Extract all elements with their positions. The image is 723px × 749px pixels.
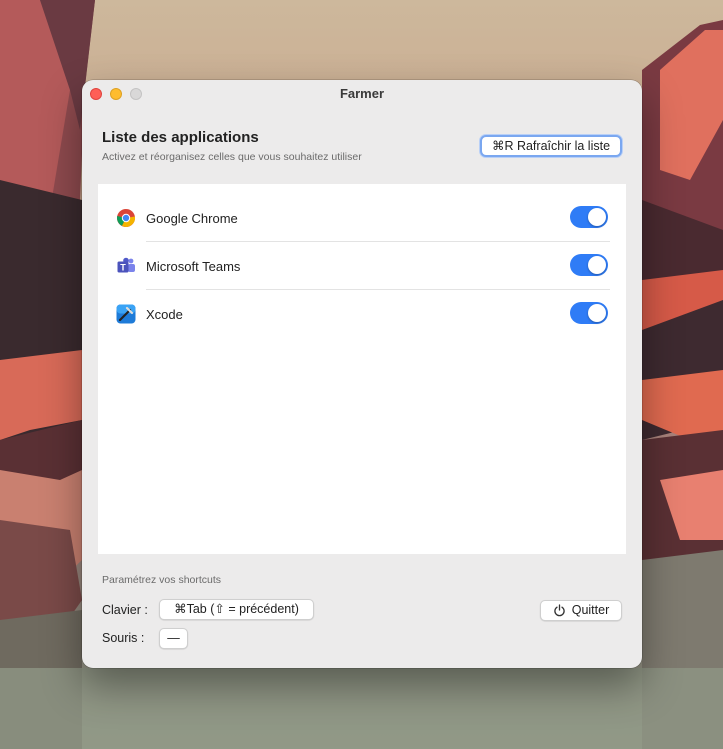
page-subtitle: Activez et réorganisez celles que vous s… bbox=[102, 151, 362, 163]
keyboard-shortcut-recorder[interactable]: ⌘Tab (⇧ = précédent) bbox=[159, 599, 314, 620]
quit-label: Quitter bbox=[571, 603, 610, 617]
svg-text:T: T bbox=[120, 262, 126, 272]
keyboard-label: Clavier : bbox=[102, 603, 148, 617]
toggle-knob bbox=[588, 208, 606, 226]
shortcuts-section-title: Paramétrez vos shortcuts bbox=[102, 574, 222, 586]
enable-toggle[interactable] bbox=[570, 254, 608, 276]
chrome-icon bbox=[117, 209, 135, 227]
app-name: Xcode bbox=[146, 307, 183, 322]
applications-list: Google Chrome T Microsoft Teams Xcode bbox=[98, 184, 626, 554]
quit-button[interactable]: Quitter bbox=[540, 600, 622, 621]
enable-toggle[interactable] bbox=[570, 206, 608, 228]
mouse-shortcut-recorder[interactable]: — bbox=[159, 628, 188, 649]
xcode-icon bbox=[116, 304, 136, 324]
power-icon bbox=[554, 604, 565, 617]
toggle-knob bbox=[588, 304, 606, 322]
app-name: Microsoft Teams bbox=[146, 259, 241, 274]
teams-icon: T bbox=[117, 257, 135, 273]
mouse-label: Souris : bbox=[102, 631, 145, 645]
app-name: Google Chrome bbox=[146, 211, 238, 226]
enable-toggle[interactable] bbox=[570, 302, 608, 324]
list-item-google-chrome[interactable]: Google Chrome bbox=[114, 194, 610, 242]
refresh-list-button[interactable]: ⌘R Rafraîchir la liste bbox=[480, 135, 622, 157]
list-item-microsoft-teams[interactable]: T Microsoft Teams bbox=[114, 242, 610, 290]
toggle-knob bbox=[588, 256, 606, 274]
title-bar[interactable]: Farmer bbox=[82, 80, 642, 108]
window-title: Farmer bbox=[339, 86, 385, 101]
page-title: Liste des applications bbox=[102, 129, 259, 146]
list-item-xcode[interactable]: Xcode bbox=[114, 290, 610, 338]
farmer-window: Farmer Liste des applications Activez et… bbox=[82, 80, 642, 668]
